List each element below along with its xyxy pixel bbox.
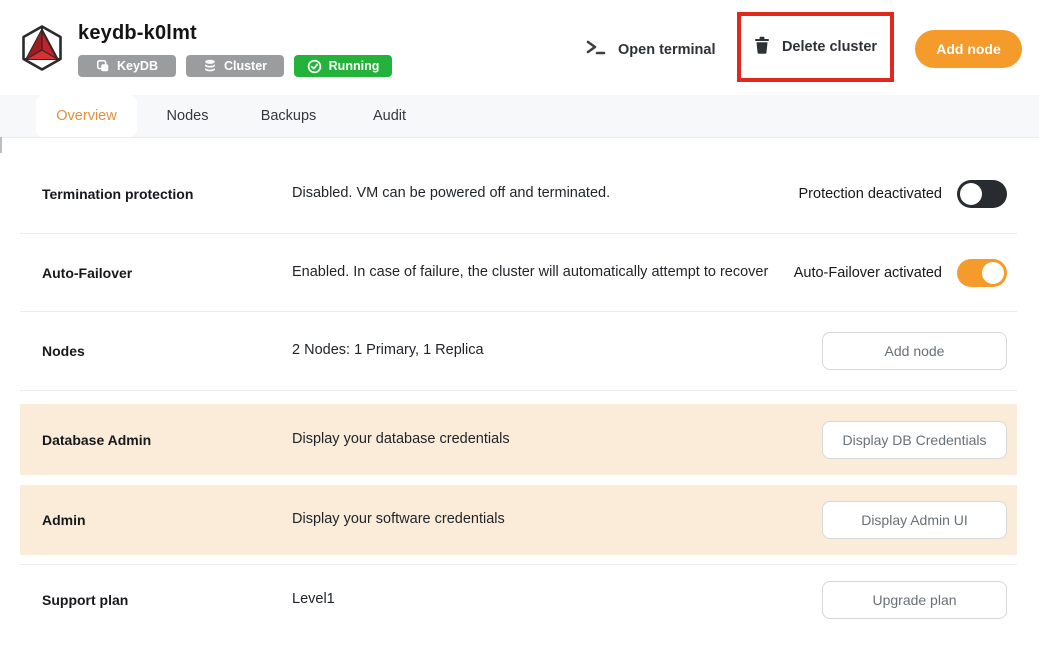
- delete-cluster-label: Delete cluster: [782, 39, 877, 55]
- title-block: keydb-k0lmt KeyDB: [78, 22, 392, 77]
- badge-label: KeyDB: [117, 59, 158, 73]
- trash-icon: [754, 36, 770, 59]
- toggle-knob: [982, 262, 1004, 284]
- database-admin-row: Database Admin Display your database cre…: [20, 404, 1017, 475]
- row-description: Enabled. In case of failure, the cluster…: [292, 263, 772, 283]
- badge-row: KeyDB Cluster: [78, 55, 392, 77]
- cluster-overview-page: keydb-k0lmt KeyDB: [0, 0, 1039, 648]
- open-terminal-button[interactable]: Open terminal: [585, 38, 716, 61]
- copy-icon: [96, 59, 110, 73]
- delete-cluster-button[interactable]: Delete cluster: [754, 36, 877, 59]
- page-title: keydb-k0lmt: [78, 22, 392, 45]
- check-circle-icon: [307, 59, 322, 74]
- add-node-header-button[interactable]: Add node: [915, 30, 1022, 68]
- badge-label: Running: [329, 59, 380, 73]
- termination-protection-row: Termination protection Disabled. VM can …: [20, 154, 1017, 234]
- row-description: Display your database credentials: [292, 430, 772, 450]
- tab-overview[interactable]: Overview: [36, 95, 137, 137]
- add-node-row-button[interactable]: Add node: [822, 332, 1007, 370]
- keydb-badge: KeyDB: [78, 55, 176, 77]
- cluster-badge: Cluster: [186, 55, 284, 77]
- nodes-row: Nodes 2 Nodes: 1 Primary, 1 Replica Add …: [20, 312, 1017, 391]
- row-description: Display your software credentials: [292, 510, 772, 530]
- toggle-status-text: Protection deactivated: [799, 186, 942, 202]
- settings-list: Termination protection Disabled. VM can …: [20, 138, 1017, 634]
- auto-failover-row: Auto-Failover Enabled. In case of failur…: [20, 234, 1017, 312]
- row-label: Auto-Failover: [42, 265, 292, 281]
- annotation-highlight-box: Delete cluster: [737, 12, 894, 82]
- keydb-logo-icon: [18, 24, 66, 72]
- row-description: 2 Nodes: 1 Primary, 1 Replica: [292, 341, 772, 361]
- display-db-credentials-button[interactable]: Display DB Credentials: [822, 421, 1007, 459]
- auto-failover-toggle[interactable]: [957, 259, 1007, 287]
- window-edge-artifact: [0, 137, 2, 153]
- row-label: Nodes: [42, 343, 292, 359]
- row-label: Support plan: [42, 592, 292, 608]
- row-label: Admin: [42, 512, 292, 528]
- row-description: Level1: [292, 590, 772, 610]
- running-status-badge: Running: [294, 55, 392, 77]
- toggle-knob: [960, 183, 982, 205]
- termination-protection-toggle[interactable]: [957, 180, 1007, 208]
- admin-row: Admin Display your software credentials …: [20, 485, 1017, 555]
- tab-backups[interactable]: Backups: [238, 95, 339, 137]
- row-label: Termination protection: [42, 186, 292, 202]
- badge-label: Cluster: [224, 59, 267, 73]
- tab-bar: Overview Nodes Backups Audit: [0, 95, 1039, 138]
- tab-nodes[interactable]: Nodes: [137, 95, 238, 137]
- upgrade-plan-button[interactable]: Upgrade plan: [822, 581, 1007, 619]
- row-description: Disabled. VM can be powered off and term…: [292, 184, 772, 204]
- support-plan-row: Support plan Level1 Upgrade plan: [20, 564, 1017, 634]
- page-header: keydb-k0lmt KeyDB: [0, 0, 1039, 95]
- database-icon: [203, 59, 217, 73]
- row-label: Database Admin: [42, 432, 292, 448]
- open-terminal-label: Open terminal: [618, 42, 716, 58]
- toggle-status-text: Auto-Failover activated: [794, 265, 942, 281]
- terminal-icon: [585, 38, 607, 61]
- tab-audit[interactable]: Audit: [339, 95, 440, 137]
- display-admin-ui-button[interactable]: Display Admin UI: [822, 501, 1007, 539]
